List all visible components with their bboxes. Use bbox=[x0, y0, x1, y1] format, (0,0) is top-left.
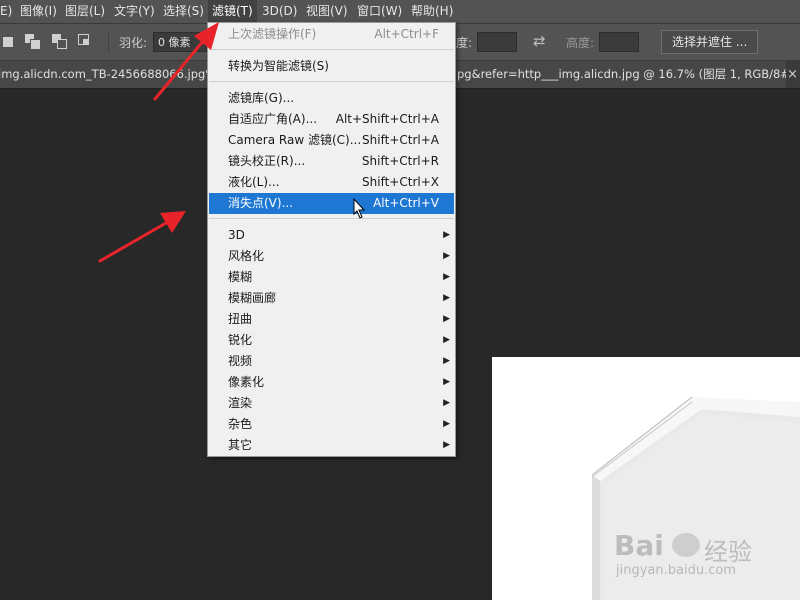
menu-item-3d[interactable]: 3D ▶ bbox=[209, 225, 454, 246]
menu-item-lens-correction[interactable]: 镜头校正(R)... Shift+Ctrl+R bbox=[209, 151, 454, 172]
tab-title-left: img.alicdn.com_TB-2456688066.jpg%3f_ bbox=[0, 67, 234, 81]
submenu-arrow-icon: ▶ bbox=[443, 377, 450, 387]
height-input[interactable] bbox=[599, 32, 639, 52]
submenu-arrow-icon: ▶ bbox=[443, 314, 450, 324]
submenu-arrow-icon: ▶ bbox=[443, 398, 450, 408]
menu-item-noise[interactable]: 杂色 ▶ bbox=[209, 414, 454, 435]
menu-item-blur-gallery[interactable]: 模糊画廊 ▶ bbox=[209, 288, 454, 309]
submenu-arrow-icon: ▶ bbox=[443, 251, 450, 261]
menu-item-adaptive-wide-angle[interactable]: 自适应广角(A)... Alt+Shift+Ctrl+A bbox=[209, 109, 454, 130]
menu-type[interactable]: 文字(Y) bbox=[110, 0, 159, 23]
menu-item-video[interactable]: 视频 ▶ bbox=[209, 351, 454, 372]
submenu-arrow-icon: ▶ bbox=[443, 293, 450, 303]
submenu-arrow-icon: ▶ bbox=[443, 419, 450, 429]
submenu-arrow-icon: ▶ bbox=[443, 272, 450, 282]
watermark-brand-cn: 经验 bbox=[704, 538, 752, 566]
watermark-brand: Bai bbox=[614, 529, 664, 562]
menu-item-liquify[interactable]: 液化(L)... Shift+Ctrl+X bbox=[209, 172, 454, 193]
height-label: 高度: bbox=[566, 36, 595, 50]
swap-icon[interactable]: ⇄ bbox=[533, 32, 546, 50]
select-and-mask-button[interactable]: 选择并遮住 ... bbox=[661, 30, 759, 54]
menu-item-stylize[interactable]: 风格化 ▶ bbox=[209, 246, 454, 267]
close-icon[interactable]: × bbox=[787, 61, 798, 88]
add-selection-icon[interactable] bbox=[25, 34, 41, 50]
menu-item-other[interactable]: 其它 ▶ bbox=[209, 435, 454, 456]
feather-label: 羽化: bbox=[119, 36, 148, 50]
menu-edit[interactable]: E) bbox=[0, 0, 16, 23]
menu-item-distort[interactable]: 扭曲 ▶ bbox=[209, 309, 454, 330]
subtract-selection-icon[interactable] bbox=[52, 34, 68, 50]
intersect-selection-icon[interactable] bbox=[78, 34, 94, 50]
filter-menu: 上次滤镜操作(F) Alt+Ctrl+F 转换为智能滤镜(S) 滤镜库(G)..… bbox=[207, 22, 456, 457]
separator bbox=[209, 218, 454, 219]
submenu-arrow-icon: ▶ bbox=[443, 356, 450, 366]
feather-input[interactable]: 0 像素 bbox=[153, 32, 207, 52]
menu-3d[interactable]: 3D(D) bbox=[258, 0, 301, 23]
document-image: Bai 经验 jingyan.baidu.com bbox=[492, 357, 800, 600]
separator bbox=[108, 32, 109, 52]
menu-window[interactable]: 窗口(W) bbox=[353, 0, 406, 23]
menu-item-smart-filter[interactable]: 转换为智能滤镜(S) bbox=[209, 56, 454, 77]
submenu-arrow-icon: ▶ bbox=[443, 440, 450, 450]
new-selection-icon[interactable] bbox=[3, 37, 13, 47]
menu-item-last-filter: 上次滤镜操作(F) Alt+Ctrl+F bbox=[228, 27, 439, 41]
width-label: 度: bbox=[456, 36, 473, 50]
menu-bar: E) 图像(I) 图层(L) 文字(Y) 选择(S) 滤镜(T) 3D(D) 视… bbox=[0, 0, 800, 24]
width-input[interactable] bbox=[477, 32, 517, 52]
separator bbox=[209, 49, 454, 50]
menu-item-render[interactable]: 渲染 ▶ bbox=[209, 393, 454, 414]
menu-image[interactable]: 图像(I) bbox=[16, 0, 61, 23]
menu-item-camera-raw[interactable]: Camera Raw 滤镜(C)... Shift+Ctrl+A bbox=[209, 130, 454, 151]
menu-layer[interactable]: 图层(L) bbox=[61, 0, 109, 23]
submenu-arrow-icon: ▶ bbox=[443, 230, 450, 240]
menu-item-pixelate[interactable]: 像素化 ▶ bbox=[209, 372, 454, 393]
menu-view[interactable]: 视图(V) bbox=[302, 0, 352, 23]
menu-item-filter-gallery[interactable]: 滤镜库(G)... bbox=[209, 88, 454, 109]
paw-icon bbox=[672, 533, 700, 557]
watermark-url: jingyan.baidu.com bbox=[616, 563, 736, 578]
menu-select[interactable]: 选择(S) bbox=[159, 0, 208, 23]
menu-filter[interactable]: 滤镜(T) bbox=[208, 0, 257, 23]
tab-title-right: pg&refer=http___img.alicdn.jpg @ 16.7% (… bbox=[457, 67, 786, 81]
menu-item-sharpen[interactable]: 锐化 ▶ bbox=[209, 330, 454, 351]
menu-item-vanishing-point[interactable]: 消失点(V)... Alt+Ctrl+V bbox=[209, 193, 454, 214]
submenu-arrow-icon: ▶ bbox=[443, 335, 450, 345]
menu-item-blur[interactable]: 模糊 ▶ bbox=[209, 267, 454, 288]
menu-help[interactable]: 帮助(H) bbox=[407, 0, 457, 23]
separator bbox=[209, 81, 454, 82]
